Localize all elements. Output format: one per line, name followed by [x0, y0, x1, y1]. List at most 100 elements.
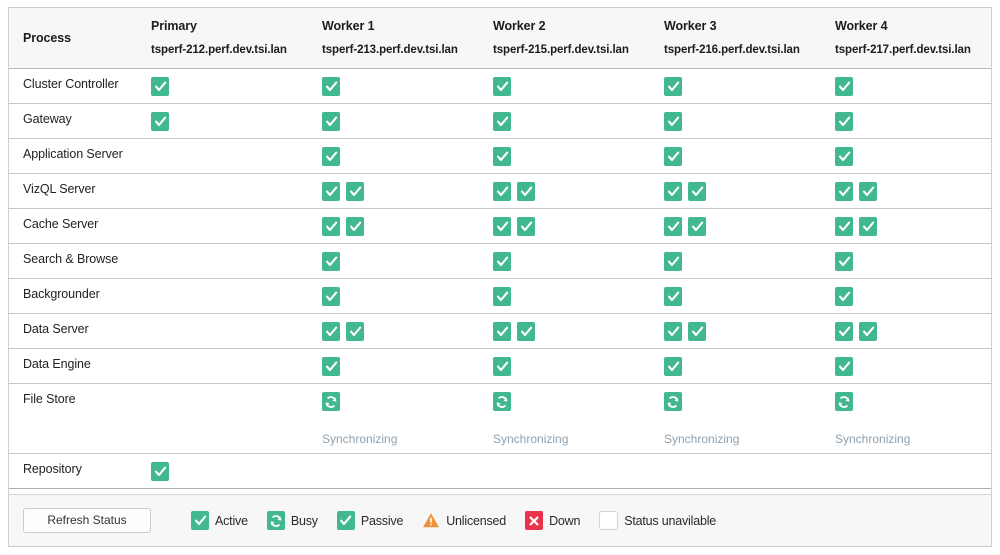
process-name-cell: File Store: [23, 392, 76, 406]
check-icon: [664, 287, 682, 306]
check-icon: [664, 322, 682, 341]
column-header-worker4: Worker 4 tsperf-217.perf.dev.tsi.lan: [822, 8, 991, 68]
column-host-label: tsperf-217.perf.dev.tsi.lan: [835, 43, 971, 56]
column-role-label: Primary: [151, 18, 197, 33]
legend-label: Busy: [290, 513, 318, 528]
column-host-label: tsperf-216.perf.dev.tsi.lan: [664, 43, 800, 56]
status-cell: [822, 454, 991, 488]
check-icon: [493, 77, 511, 96]
status-cell: [138, 384, 309, 453]
legend-label: Passive: [360, 513, 404, 528]
column-role-label: Worker 4: [835, 18, 888, 33]
process-status-panel: Process Primary tsperf-212.perf.dev.tsi.la…: [8, 7, 992, 547]
process-name-cell: VizQL Server: [23, 182, 96, 196]
sync-icon: [835, 392, 853, 411]
status-badge-group: [664, 182, 706, 201]
status-badge-group: [835, 392, 853, 411]
status-badge-group: [322, 252, 340, 271]
check-icon: [664, 217, 682, 236]
status-badge-group: [835, 77, 853, 96]
status-badge-group: [322, 322, 364, 341]
status-cell: [309, 244, 480, 278]
status-badge-group: [322, 182, 364, 201]
status-cell: [138, 244, 309, 278]
process-name-cell: Gateway: [23, 112, 72, 126]
refresh-status-button[interactable]: Refresh Status: [23, 508, 151, 533]
status-cell: [822, 209, 991, 243]
status-cell: [480, 209, 651, 243]
status-legend: Active Busy Passive Unlicensed Down Status un…: [191, 511, 735, 530]
status-badge-group: [322, 147, 340, 166]
process-name-cell: Cache Server: [23, 217, 99, 231]
status-badge-group: [493, 77, 511, 96]
check-icon: [322, 77, 340, 96]
check-icon: [151, 112, 169, 131]
status-cell: [480, 69, 651, 103]
check-icon: [493, 147, 511, 166]
status-cell: [138, 454, 309, 488]
status-text: Synchronizing: [493, 432, 569, 446]
legend-label: Active: [215, 513, 248, 528]
table-row: File Store Synchronizing Synchronizing Sync…: [9, 384, 991, 454]
legend-label: Unlicensed: [446, 513, 507, 528]
check-icon: [517, 182, 535, 201]
status-cell: [309, 174, 480, 208]
check-icon: [322, 252, 340, 271]
warning-triangle-icon: [422, 511, 440, 530]
process-name-cell: Application Server: [23, 147, 123, 161]
status-cell: [480, 454, 651, 488]
check-icon: [664, 357, 682, 376]
status-badge-group: [835, 112, 853, 131]
table-row: Data Engine: [9, 349, 991, 384]
status-badge-group: [664, 147, 682, 166]
status-badge-group: [664, 287, 682, 306]
status-cell: Synchronizing: [480, 384, 651, 453]
legend-item-unlicensed: Unlicensed: [422, 511, 506, 530]
status-badge-group: [493, 147, 511, 166]
status-cell: [822, 314, 991, 348]
column-role-label: Process: [23, 30, 71, 45]
status-cell: [309, 314, 480, 348]
column-header-worker2: Worker 2 tsperf-215.perf.dev.tsi.lan: [480, 8, 651, 68]
status-cell: [651, 174, 822, 208]
check-icon: [835, 77, 853, 96]
status-badge-group: [664, 357, 682, 376]
check-icon: [835, 287, 853, 306]
status-cell: [138, 209, 309, 243]
status-cell: [651, 104, 822, 138]
status-badge-group: [493, 182, 535, 201]
sync-icon: [266, 511, 285, 530]
status-cell: [138, 174, 309, 208]
table-row: Search & Browse: [9, 244, 991, 279]
status-cell: [309, 279, 480, 313]
status-badge-group: [835, 357, 853, 376]
status-cell: [651, 69, 822, 103]
status-badge-group: [493, 112, 511, 131]
status-cell: Synchronizing: [309, 384, 480, 453]
status-cell: [651, 314, 822, 348]
status-cell: [309, 209, 480, 243]
check-icon: [859, 217, 877, 236]
status-cell: [651, 244, 822, 278]
status-badge-group: [835, 287, 853, 306]
close-x-icon: [525, 511, 544, 530]
status-badge-group: [322, 77, 340, 96]
status-badge-group: [835, 147, 853, 166]
status-badge-group: [493, 252, 511, 271]
status-badge-group: [322, 287, 340, 306]
status-cell: [309, 69, 480, 103]
process-name-cell: Cluster Controller: [23, 77, 119, 91]
status-cell: [651, 454, 822, 488]
status-cell: [480, 349, 651, 383]
process-name-cell: Search & Browse: [23, 252, 119, 266]
legend-item-active: Active: [191, 511, 248, 530]
status-cell: [822, 244, 991, 278]
check-icon: [664, 182, 682, 201]
check-icon: [322, 287, 340, 306]
status-cell: [480, 279, 651, 313]
status-badge-group: [322, 392, 340, 411]
check-icon: [664, 147, 682, 166]
status-cell: [651, 139, 822, 173]
status-badge-group: [664, 252, 682, 271]
status-badge-group: [835, 252, 853, 271]
